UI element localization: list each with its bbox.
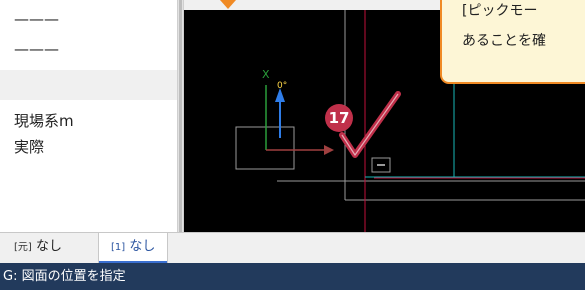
- x-axis-arrowhead: [324, 145, 334, 155]
- tab-1-prefix: [1]: [111, 242, 126, 253]
- property-row-3: [0, 70, 177, 100]
- origin-box: [235, 126, 295, 170]
- view-tabs: [元] なし [1] なし: [0, 232, 585, 263]
- property-row-2: ———: [14, 40, 59, 58]
- status-text: G: 図面の位置を指定: [3, 269, 126, 284]
- angle-label: 0°: [277, 81, 287, 91]
- tooltip-pointer: [220, 0, 236, 9]
- instruction-tooltip: [ピックモー あることを確: [440, 0, 585, 84]
- tab-1-label: なし: [129, 239, 156, 254]
- step-badge: 17: [325, 104, 353, 132]
- tab-original-prefix: [元]: [14, 242, 32, 253]
- properties-panel: ——— ——— 現場系m 実際: [0, 0, 177, 232]
- coordinate-system-value: 現場系m: [14, 112, 74, 130]
- tab-original[interactable]: [元] なし: [14, 233, 62, 263]
- status-bar: G: 図面の位置を指定: [0, 263, 585, 290]
- tab-original-label: なし: [35, 239, 62, 254]
- x-axis-label: X: [262, 68, 270, 81]
- scale-value: 実際: [14, 138, 45, 156]
- tooltip-line-1: [ピックモー: [462, 3, 538, 19]
- tooltip-line-2: あることを確: [462, 33, 546, 49]
- splitter-grip[interactable]: [179, 0, 182, 232]
- panel-splitter[interactable]: [177, 0, 184, 232]
- tab-1[interactable]: [1] なし: [98, 233, 169, 263]
- property-row-1: ———: [14, 10, 59, 28]
